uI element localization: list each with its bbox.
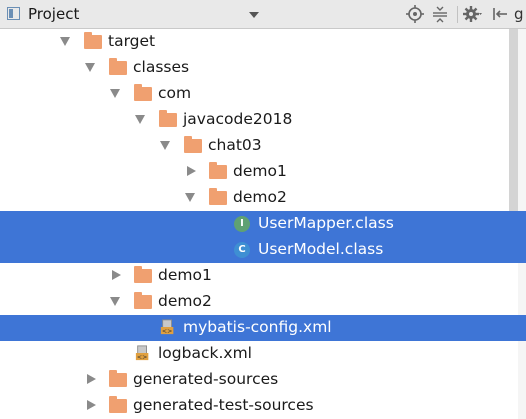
collapsed-arrow-icon[interactable] bbox=[187, 166, 196, 176]
tree-item-label: target bbox=[108, 32, 156, 50]
project-view-icon bbox=[7, 7, 20, 20]
interface-icon: I bbox=[234, 216, 252, 232]
tree-item-label: com bbox=[158, 84, 192, 102]
svg-text:<>: <> bbox=[162, 328, 172, 335]
tree-item-label: demo2 bbox=[233, 188, 287, 206]
view-mode-dropdown-icon[interactable] bbox=[249, 12, 259, 18]
tree-item-label: chat03 bbox=[208, 136, 262, 154]
tree-item-label: UserModel.class bbox=[258, 240, 384, 258]
tree-item-label: generated-test-sources bbox=[133, 396, 314, 414]
toolbar-separator bbox=[457, 6, 458, 23]
collapsed-arrow-icon[interactable] bbox=[87, 374, 96, 384]
collapsed-arrow-icon[interactable] bbox=[87, 400, 96, 410]
tree-item-label: javacode2018 bbox=[183, 110, 293, 128]
gear-icon[interactable] bbox=[462, 4, 482, 24]
folder-icon bbox=[84, 32, 102, 50]
collapse-all-icon[interactable] bbox=[430, 4, 450, 24]
folder-icon bbox=[209, 188, 227, 206]
folder-icon bbox=[109, 58, 127, 76]
locate-file-icon[interactable] bbox=[405, 4, 425, 24]
tree-item-label: logback.xml bbox=[158, 344, 252, 362]
class-icon: C bbox=[234, 242, 252, 258]
folder-icon bbox=[134, 84, 152, 102]
project-view-title[interactable]: Project bbox=[28, 5, 79, 23]
tree-item-usermodel-class[interactable]: C UserModel.class bbox=[0, 237, 526, 263]
project-tree[interactable]: target classes com javacode2018 chat03 d… bbox=[0, 29, 526, 419]
expand-arrow-icon[interactable] bbox=[110, 89, 120, 98]
tree-item-label: UserMapper.class bbox=[258, 214, 394, 232]
collapsed-arrow-icon[interactable] bbox=[112, 270, 121, 280]
folder-icon bbox=[184, 136, 202, 154]
tree-item-label: generated-sources bbox=[133, 370, 279, 388]
tree-item-demo2[interactable]: demo2 bbox=[0, 289, 526, 315]
expand-arrow-icon[interactable] bbox=[60, 37, 70, 46]
tree-item-demo1[interactable]: demo1 bbox=[0, 263, 526, 289]
tree-item-javacode2018[interactable]: javacode2018 bbox=[0, 107, 526, 133]
expand-arrow-icon[interactable] bbox=[135, 115, 145, 124]
tree-item-label: classes bbox=[133, 58, 190, 76]
folder-icon bbox=[209, 162, 227, 180]
expand-arrow-icon[interactable] bbox=[160, 141, 170, 150]
tree-item-label: demo1 bbox=[233, 162, 287, 180]
folder-icon bbox=[109, 396, 127, 414]
tree-item-label: demo1 bbox=[158, 266, 212, 284]
folder-icon bbox=[159, 110, 177, 128]
tree-item-logback-xml[interactable]: <> logback.xml bbox=[0, 341, 526, 367]
hide-panel-icon[interactable] bbox=[490, 4, 510, 24]
svg-text:<>: <> bbox=[137, 354, 147, 361]
tree-item-target[interactable]: target bbox=[0, 29, 526, 55]
expand-arrow-icon[interactable] bbox=[110, 297, 120, 306]
clipped-toolbar-text: g bbox=[514, 5, 524, 23]
tree-item-generated-test-sources[interactable]: generated-test-sources bbox=[0, 393, 526, 419]
tree-item-classes[interactable]: classes bbox=[0, 55, 526, 81]
tree-item-generated-sources[interactable]: generated-sources bbox=[0, 367, 526, 393]
expand-arrow-icon[interactable] bbox=[85, 63, 95, 72]
folder-icon bbox=[134, 266, 152, 284]
tree-item-com[interactable]: com bbox=[0, 81, 526, 107]
tree-item-mybatis-config-xml[interactable]: <> mybatis-config.xml bbox=[0, 315, 526, 341]
tree-item-demo1[interactable]: demo1 bbox=[0, 159, 526, 185]
tree-item-label: demo2 bbox=[158, 292, 212, 310]
tree-item-demo2[interactable]: demo2 bbox=[0, 185, 526, 211]
xml-file-icon: <> bbox=[160, 319, 174, 335]
tree-item-usermapper-class[interactable]: I UserMapper.class bbox=[0, 211, 526, 237]
expand-arrow-icon[interactable] bbox=[185, 193, 195, 202]
folder-icon bbox=[109, 370, 127, 388]
xml-file-icon: <> bbox=[135, 345, 149, 361]
tree-item-chat03[interactable]: chat03 bbox=[0, 133, 526, 159]
tree-item-label: mybatis-config.xml bbox=[183, 318, 332, 336]
project-panel-header: Project g bbox=[0, 0, 526, 29]
folder-icon bbox=[134, 292, 152, 310]
